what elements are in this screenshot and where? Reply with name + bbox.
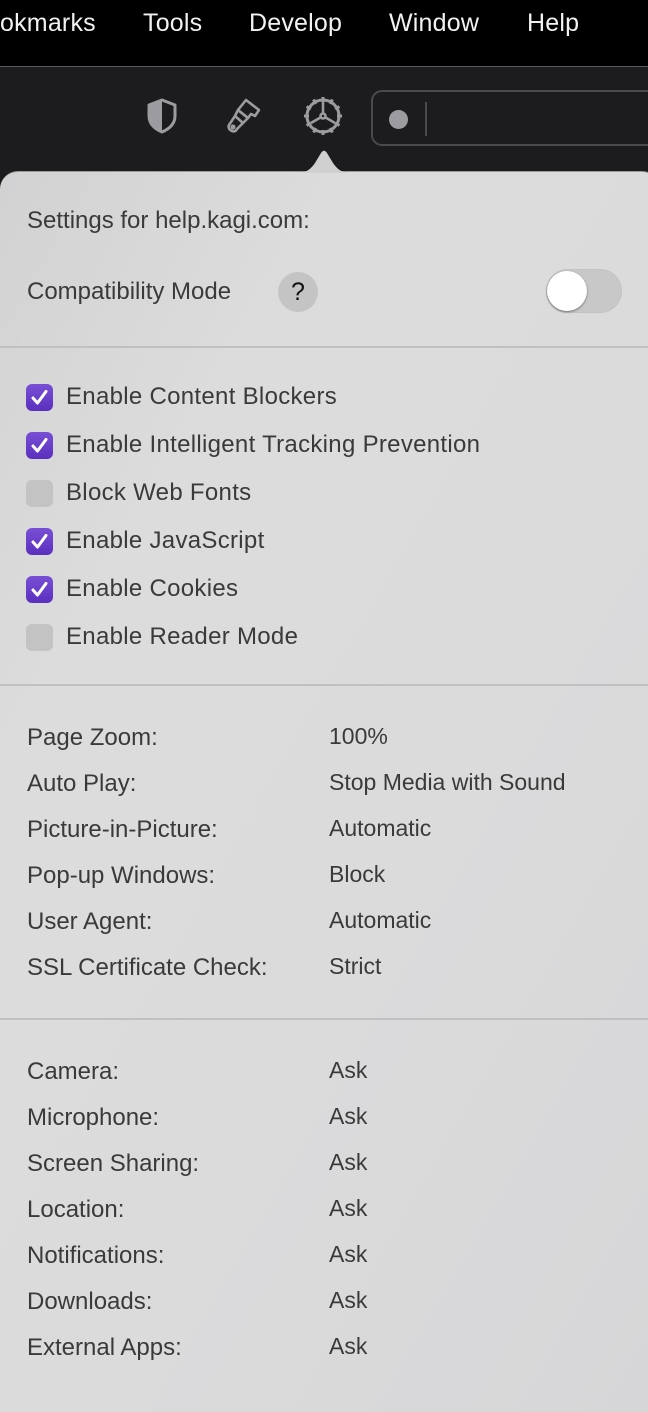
menu-develop[interactable]: Develop: [249, 8, 342, 38]
setting-auto-play: Auto Play: Stop Media with Sound: [27, 769, 627, 799]
text-cursor: [425, 102, 427, 136]
menu-tools[interactable]: Tools: [143, 8, 202, 38]
permission-label: Location:: [27, 1196, 125, 1223]
checkbox-checked-icon[interactable]: [26, 384, 53, 411]
setting-label: User Agent:: [27, 908, 153, 935]
popover-arrow: [296, 150, 352, 173]
shield-icon[interactable]: [142, 96, 182, 136]
checkbox-label: Enable Intelligent Tracking Prevention: [66, 431, 481, 458]
checkbox-checked-icon[interactable]: [26, 528, 53, 555]
permission-value-dropdown[interactable]: Ask: [329, 1055, 367, 1085]
setting-label: Page Zoom:: [27, 724, 158, 751]
checkbox-checked-icon[interactable]: [26, 576, 53, 603]
permission-camera: Camera: Ask: [27, 1057, 627, 1087]
setting-popup-windows: Pop-up Windows: Block: [27, 861, 627, 891]
setting-label: Auto Play:: [27, 770, 137, 797]
setting-value-dropdown[interactable]: Strict: [329, 951, 381, 981]
paintbrush-icon[interactable]: [224, 96, 264, 136]
checkbox-unchecked-icon[interactable]: [26, 480, 53, 507]
permission-value-dropdown[interactable]: Ask: [329, 1239, 367, 1269]
gear-icon[interactable]: [303, 96, 343, 136]
setting-label: SSL Certificate Check:: [27, 954, 268, 981]
permission-value-dropdown[interactable]: Ask: [329, 1193, 367, 1223]
permission-external-apps: External Apps: Ask: [27, 1333, 627, 1363]
menu-bar: okmarks Tools Develop Window Help: [0, 0, 648, 67]
menu-window[interactable]: Window: [389, 8, 479, 38]
setting-picture-in-picture: Picture-in-Picture: Automatic: [27, 815, 627, 845]
permission-screen-sharing: Screen Sharing: Ask: [27, 1149, 627, 1179]
divider: [0, 1018, 648, 1020]
permission-label: External Apps:: [27, 1334, 182, 1361]
permission-location: Location: Ask: [27, 1195, 627, 1225]
divider: [0, 346, 648, 348]
permission-notifications: Notifications: Ask: [27, 1241, 627, 1271]
popover-heading: Settings for help.kagi.com:: [27, 207, 310, 234]
address-bar[interactable]: [371, 90, 648, 146]
help-button[interactable]: ?: [278, 272, 318, 312]
setting-value-dropdown[interactable]: Automatic: [329, 905, 431, 935]
permission-label: Screen Sharing:: [27, 1150, 200, 1177]
toggle-knob: [547, 271, 587, 311]
permission-downloads: Downloads: Ask: [27, 1287, 627, 1317]
setting-label: Pop-up Windows:: [27, 862, 216, 889]
permission-label: Camera:: [27, 1058, 120, 1085]
setting-ssl-certificate-check: SSL Certificate Check: Strict: [27, 953, 627, 983]
permission-value-dropdown[interactable]: Ask: [329, 1101, 367, 1131]
setting-value-dropdown[interactable]: Stop Media with Sound: [329, 767, 566, 797]
checkbox-unchecked-icon[interactable]: [26, 624, 53, 651]
divider: [0, 684, 648, 686]
setting-value-dropdown[interactable]: Block: [329, 859, 385, 889]
permission-label: Notifications:: [27, 1242, 165, 1269]
menu-help[interactable]: Help: [527, 8, 579, 38]
permission-value-dropdown[interactable]: Ask: [329, 1331, 367, 1361]
setting-value-dropdown[interactable]: 100%: [329, 721, 388, 751]
checkbox-checked-icon[interactable]: [26, 432, 53, 459]
compatibility-mode-label: Compatibility Mode: [27, 278, 232, 305]
permission-microphone: Microphone: Ask: [27, 1103, 627, 1133]
checkbox-label: Enable JavaScript: [66, 527, 265, 554]
setting-value-dropdown[interactable]: Automatic: [329, 813, 431, 843]
checkbox-label: Enable Cookies: [66, 575, 239, 602]
menu-bookmarks[interactable]: okmarks: [0, 8, 96, 38]
setting-user-agent: User Agent: Automatic: [27, 907, 627, 937]
permission-label: Microphone:: [27, 1104, 160, 1131]
compatibility-mode-toggle[interactable]: [546, 269, 622, 313]
permission-value-dropdown[interactable]: Ask: [329, 1147, 367, 1177]
setting-label: Picture-in-Picture:: [27, 816, 218, 843]
status-dot-icon: [389, 110, 408, 129]
checkbox-label: Block Web Fonts: [66, 479, 252, 506]
permission-label: Downloads:: [27, 1288, 153, 1315]
checkbox-label: Enable Reader Mode: [66, 623, 299, 650]
setting-page-zoom: Page Zoom: 100%: [27, 723, 627, 753]
checkbox-label: Enable Content Blockers: [66, 383, 338, 410]
permission-value-dropdown[interactable]: Ask: [329, 1285, 367, 1315]
